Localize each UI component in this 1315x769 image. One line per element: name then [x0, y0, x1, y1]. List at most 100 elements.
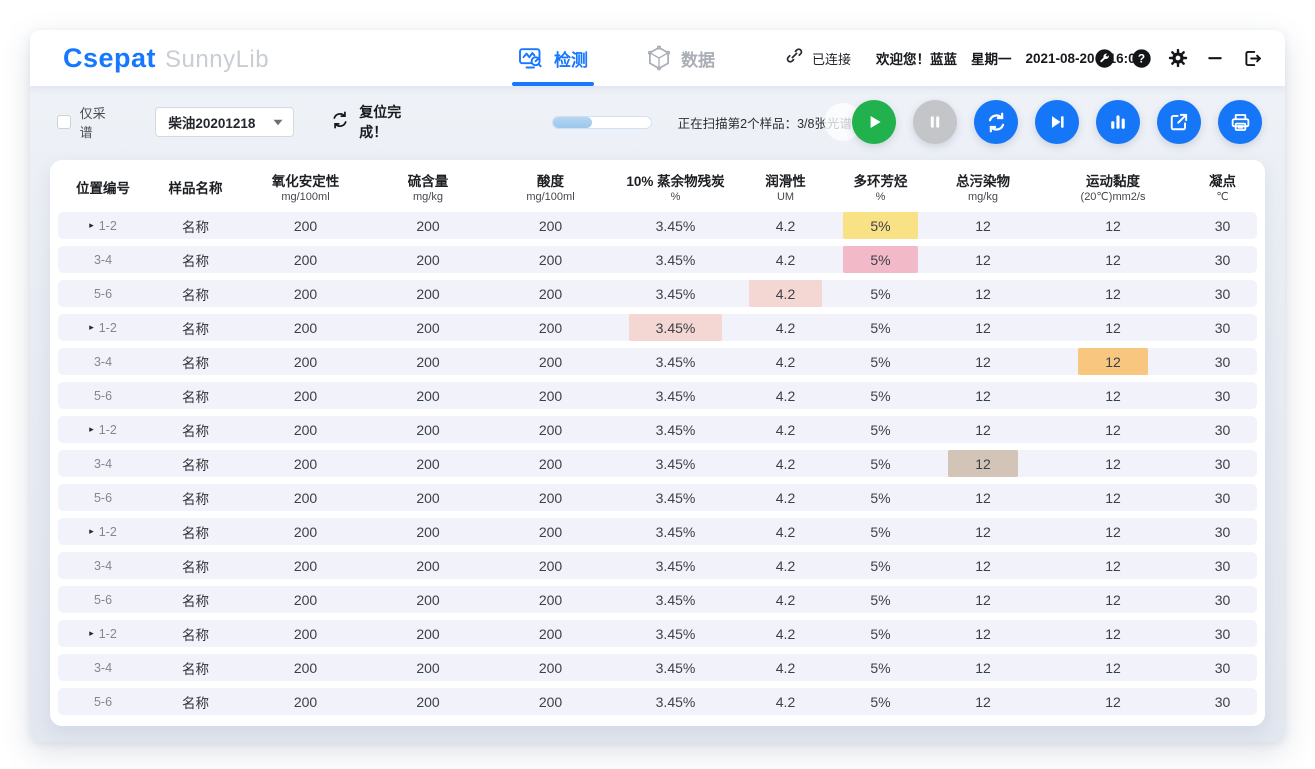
expand-arrow-icon[interactable]: ▸	[89, 629, 94, 638]
reset-button[interactable]: 复位完成！	[330, 102, 426, 142]
value-cell: 200	[368, 654, 488, 681]
value-cell: 4.2	[738, 212, 833, 239]
header-bar: Csepat SunnyLib 检测	[30, 30, 1285, 86]
value-cell: 4.2	[738, 484, 833, 511]
tab-detect-label: 检测	[554, 46, 588, 71]
value-cell: 30	[1188, 416, 1257, 443]
expand-arrow-icon[interactable]: ▸	[89, 527, 94, 536]
value-cell: 4.2	[738, 280, 833, 307]
value-cell: 200	[368, 280, 488, 307]
next-button[interactable]	[1035, 100, 1079, 144]
expand-arrow-icon[interactable]: ▸	[89, 221, 94, 230]
table-row[interactable]: 5-6名称2002002003.45%4.25%121230	[58, 382, 1257, 409]
value-cell: 12	[1038, 552, 1188, 579]
pause-button[interactable]	[913, 100, 957, 144]
scan-progress-group: 正在扫描第2个样品：3/8张光谱	[552, 113, 852, 132]
only-capture-checkbox[interactable]	[57, 115, 71, 129]
sample-name-cell: 名称	[148, 348, 243, 375]
value-cell: 5%	[833, 280, 928, 307]
toolbar: 仅采谱 柴油20201218 复位完成！ 正在扫描第2	[30, 86, 1285, 152]
value-cell: 3.45%	[613, 654, 738, 681]
table-row[interactable]: 5-6名称2002002003.45%4.25%121230	[58, 484, 1257, 511]
weekday-text: 星期一	[971, 48, 1012, 68]
value-cell: 12	[1038, 484, 1188, 511]
detect-monitor-icon	[518, 46, 545, 71]
tab-data[interactable]: 数据	[646, 30, 715, 86]
column-unit: UM	[777, 191, 794, 205]
sample-name-cell: 名称	[148, 382, 243, 409]
position-cell: 3-4	[58, 450, 148, 477]
table-row[interactable]: 5-6名称2002002003.45%4.25%121230	[58, 688, 1257, 715]
value-cell: 30	[1188, 518, 1257, 545]
value-cell: 12	[1038, 518, 1188, 545]
table-row[interactable]: 3-4名称2002002003.45%4.25%121230	[58, 654, 1257, 681]
value-cell: 30	[1188, 280, 1257, 307]
value-cell: 3.45%	[613, 484, 738, 511]
table-row[interactable]: 3-4名称2002002003.45%4.25%121230	[58, 450, 1257, 477]
sample-name-cell: 名称	[148, 620, 243, 647]
print-button[interactable]	[1218, 100, 1262, 144]
value-cell: 200	[368, 212, 488, 239]
skip-next-icon	[1046, 111, 1068, 133]
value-cell: 4.2	[738, 518, 833, 545]
minimize-icon[interactable]	[1204, 47, 1226, 69]
value-cell: 30	[1188, 246, 1257, 273]
chart-button[interactable]	[1096, 100, 1140, 144]
value-cell: 5%	[833, 314, 928, 341]
sample-name-cell: 名称	[148, 416, 243, 443]
value-cell: 12	[928, 654, 1038, 681]
table-header-row: 位置编号样品名称氧化安定性mg/100ml硫含量mg/kg酸度mg/100ml1…	[58, 166, 1257, 212]
refresh-button[interactable]	[974, 100, 1018, 144]
value-cell: 3.45%	[613, 450, 738, 477]
table-row[interactable]: ▸1-2名称2002002003.45%4.25%121230	[58, 416, 1257, 443]
exit-icon[interactable]	[1241, 47, 1263, 69]
value-cell: 12	[1038, 382, 1188, 409]
sample-name-cell: 名称	[148, 688, 243, 715]
expand-arrow-icon[interactable]: ▸	[89, 323, 94, 332]
tools-icon[interactable]	[1093, 47, 1115, 69]
expand-arrow-icon[interactable]: ▸	[89, 425, 94, 434]
table-row[interactable]: 5-6名称2002002003.45%4.25%121230	[58, 586, 1257, 613]
start-button[interactable]	[852, 100, 896, 144]
sample-name-cell: 名称	[148, 314, 243, 341]
results-table-card: 位置编号样品名称氧化安定性mg/100ml硫含量mg/kg酸度mg/100ml1…	[50, 160, 1265, 726]
value-cell: 30	[1188, 212, 1257, 239]
value-cell: 5%	[833, 212, 928, 239]
app-window: Csepat SunnyLib 检测	[30, 30, 1285, 742]
value-cell: 3.45%	[613, 586, 738, 613]
column-unit: ℃	[1216, 191, 1228, 205]
table-row[interactable]: 5-6名称2002002003.45%4.25%121230	[58, 280, 1257, 307]
help-icon[interactable]: ?	[1130, 47, 1152, 69]
value-cell: 5%	[833, 416, 928, 443]
sample-name-cell: 名称	[148, 450, 243, 477]
value-cell: 200	[488, 280, 613, 307]
value-cell: 4.2	[738, 314, 833, 341]
table-row[interactable]: 3-4名称2002002003.45%4.25%121230	[58, 552, 1257, 579]
sample-name-cell: 名称	[148, 212, 243, 239]
position-cell: ▸1-2	[58, 314, 148, 341]
export-button[interactable]	[1157, 100, 1201, 144]
only-capture-label: 仅采谱	[80, 103, 118, 141]
table-row[interactable]: ▸1-2名称2002002003.45%4.25%121230	[58, 518, 1257, 545]
table-row[interactable]: 3-4名称2002002003.45%4.25%121230	[58, 246, 1257, 273]
value-cell: 200	[368, 246, 488, 273]
value-cell: 30	[1188, 620, 1257, 647]
table-row[interactable]: ▸1-2名称2002002003.45%4.25%121230	[58, 620, 1257, 647]
settings-gear-icon[interactable]	[1167, 47, 1189, 69]
value-cell: 12	[1038, 280, 1188, 307]
reset-cycle-icon	[330, 110, 350, 135]
value-cell: 200	[488, 348, 613, 375]
value-cell: 200	[488, 620, 613, 647]
table-row[interactable]: ▸1-2名称2002002003.45%4.25%121230	[58, 314, 1257, 341]
value-cell: 30	[1188, 314, 1257, 341]
tab-detect[interactable]: 检测	[518, 30, 588, 86]
value-cell: 200	[368, 552, 488, 579]
table-row[interactable]: ▸1-2名称2002002003.45%4.25%121230	[58, 212, 1257, 239]
position-cell: 5-6	[58, 586, 148, 613]
table-row[interactable]: 3-4名称2002002003.45%4.25%121230	[58, 348, 1257, 375]
sample-dropdown[interactable]: 柴油20201218	[155, 107, 294, 137]
column-label: 酸度	[537, 174, 564, 191]
column-label: 样品名称	[169, 181, 223, 198]
value-cell: 12	[1038, 450, 1188, 477]
value-cell: 200	[243, 348, 368, 375]
